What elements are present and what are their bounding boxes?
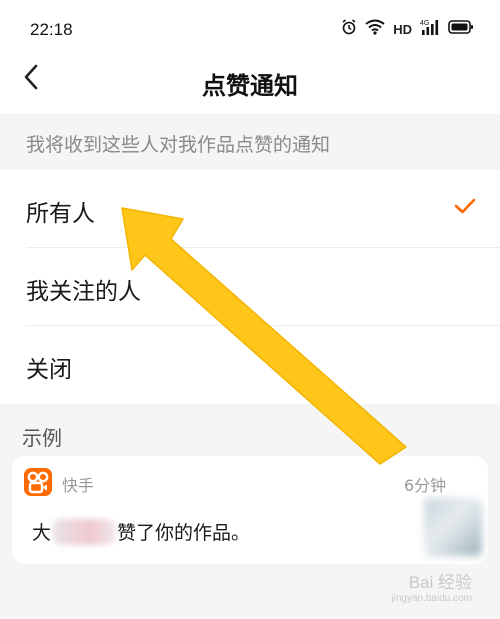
notification-message: 大 赞了你的作品。 xyxy=(32,518,250,545)
option-following[interactable]: 我关注的人 xyxy=(0,248,500,326)
status-bar: 22:18 HD 4G xyxy=(0,0,500,52)
status-time: 22:18 xyxy=(30,20,73,39)
hd-indicator: HD xyxy=(393,21,412,37)
nav-bar: 点赞通知 xyxy=(0,52,500,114)
status-icons: HD 4G xyxy=(341,19,474,39)
app-name: 快手 xyxy=(62,476,95,495)
time-fade-overlay xyxy=(442,464,488,498)
page-title: 点赞通知 xyxy=(202,72,298,100)
option-list: 所有人 我关注的人 关闭 xyxy=(0,170,500,404)
checkmark-icon xyxy=(454,198,476,218)
alarm-icon xyxy=(341,19,357,39)
watermark-sub: jingyan.baidu.com xyxy=(391,593,472,604)
wifi-icon xyxy=(365,19,385,39)
example-notification-card: 快手 6分钟 大 赞了你的作品。 xyxy=(12,456,488,564)
battery-icon xyxy=(448,19,474,39)
option-label: 所有人 xyxy=(26,201,95,227)
blurred-username xyxy=(53,518,116,545)
option-label: 关闭 xyxy=(26,357,72,383)
option-label: 我关注的人 xyxy=(26,279,141,305)
message-suffix: 赞了你的作品。 xyxy=(117,522,251,544)
option-off[interactable]: 关闭 xyxy=(0,326,500,404)
section-caption: 我将收到这些人对我作品点赞的通知 xyxy=(26,134,331,156)
signal-4g-icon: 4G xyxy=(420,18,440,40)
kuaishou-logo-icon xyxy=(24,468,52,496)
work-thumbnail xyxy=(424,498,482,556)
message-prefix: 大 xyxy=(32,522,52,544)
watermark-main: Bai 经验 xyxy=(408,573,472,592)
option-everyone[interactable]: 所有人 xyxy=(0,170,500,248)
baidu-watermark: Bai 经验 jingyan.baidu.com xyxy=(391,568,472,604)
example-section-title: 示例 xyxy=(22,426,62,450)
svg-text:4G: 4G xyxy=(420,20,429,27)
